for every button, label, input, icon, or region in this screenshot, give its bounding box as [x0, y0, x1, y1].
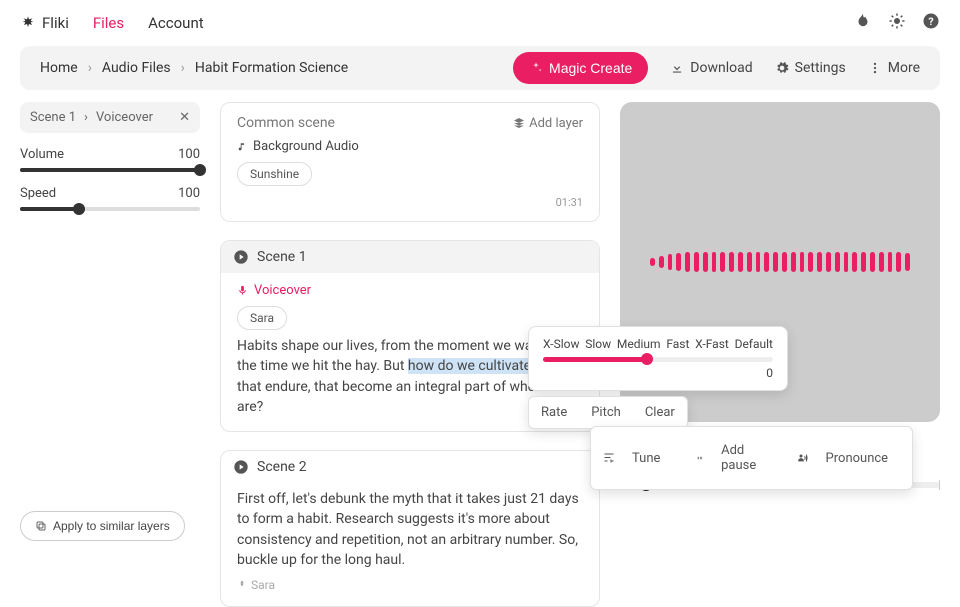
chevron-right-icon: ›	[181, 60, 185, 76]
action-add-pause[interactable]: Add pause	[684, 427, 784, 489]
voice-tag[interactable]: Sara	[237, 306, 287, 330]
speed-slider[interactable]: Speed 100	[20, 186, 200, 211]
action-tune[interactable]: Tune	[591, 427, 684, 489]
scene-2-card: Scene 2 First off, let's debunk the myth…	[220, 450, 600, 607]
brand-label: Fliki	[42, 14, 69, 32]
rate-slow[interactable]: Slow	[585, 337, 611, 351]
header-bar: Home › Audio Files › Habit Formation Sci…	[20, 46, 940, 90]
flame-icon[interactable]	[854, 12, 872, 35]
common-scene-card: Common scene Add layer Background Audio …	[220, 102, 600, 222]
volume-slider[interactable]: Volume 100	[20, 147, 200, 172]
rate-xslow[interactable]: X-Slow	[543, 337, 579, 351]
crumb-home[interactable]: Home	[40, 60, 78, 76]
rate-slider[interactable]	[543, 357, 773, 362]
play-circle-icon[interactable]	[233, 459, 249, 475]
pronounce-icon	[797, 452, 809, 464]
nav-files[interactable]: Files	[93, 14, 124, 32]
waveform	[650, 252, 910, 272]
breadcrumbs: Home › Audio Files › Habit Formation Sci…	[40, 60, 348, 76]
highlighted-text: how do we cultivate	[408, 358, 531, 374]
more-icon	[868, 61, 882, 75]
download-icon	[670, 61, 684, 75]
panel-crumb-scene[interactable]: Scene 1	[30, 110, 76, 125]
gear-icon	[775, 61, 789, 75]
rate-xfast[interactable]: X-Fast	[695, 337, 729, 351]
voiceover-label: Voiceover	[237, 283, 583, 298]
apply-similar-button[interactable]: Apply to similar layers	[20, 511, 185, 541]
scene-2-title: Scene 2	[257, 459, 307, 475]
play-circle-icon[interactable]	[233, 249, 249, 265]
chevron-right-icon: ›	[88, 60, 92, 76]
svg-text:?: ?	[928, 14, 933, 27]
add-layer-button[interactable]: Add layer	[513, 116, 583, 131]
text-actions-popover: Tune Add pause Pronounce	[590, 426, 913, 490]
help-icon[interactable]: ?	[922, 12, 940, 35]
brand[interactable]: Fliki	[20, 14, 69, 32]
chevron-right-icon: ›	[84, 110, 88, 125]
crumb-current: Habit Formation Science	[195, 60, 348, 76]
rate-popover: X-Slow Slow Medium Fast X-Fast Default 0	[528, 326, 788, 391]
burst-icon	[20, 15, 36, 31]
magic-create-button[interactable]: Magic Create	[513, 52, 648, 84]
rate-fast[interactable]: Fast	[666, 337, 689, 351]
scene-2-author: Sara	[237, 578, 583, 592]
top-nav: Fliki Files Account ?	[0, 0, 960, 46]
settings-button[interactable]: Settings	[775, 60, 846, 76]
mic-icon	[237, 580, 247, 590]
common-scene-title: Common scene	[237, 115, 335, 131]
download-button[interactable]: Download	[670, 60, 752, 76]
copy-icon	[35, 520, 47, 532]
center-panel: Common scene Add layer Background Audio …	[220, 102, 600, 541]
tab-rate[interactable]: Rate	[529, 397, 579, 428]
close-icon[interactable]: ✕	[179, 110, 190, 125]
action-pronounce[interactable]: Pronounce	[785, 427, 913, 489]
tune-icon	[603, 452, 615, 464]
scene-2-text[interactable]: First off, let's debunk the myth that it…	[237, 489, 583, 570]
scene-1-title: Scene 1	[257, 249, 307, 265]
more-button[interactable]: More	[868, 60, 920, 76]
layers-icon	[513, 117, 525, 129]
volume-value: 100	[178, 147, 200, 162]
mic-icon	[237, 285, 248, 296]
speed-value: 100	[178, 186, 200, 201]
sparkle-icon	[529, 61, 543, 75]
rate-default[interactable]: Default	[735, 337, 773, 351]
speed-label: Speed	[20, 186, 56, 201]
rate-value: 0	[543, 366, 773, 380]
panel-breadcrumb: Scene 1 › Voiceover ✕	[20, 102, 200, 133]
theme-icon[interactable]	[888, 12, 906, 35]
add-pause-icon	[696, 452, 704, 464]
crumb-audio-files[interactable]: Audio Files	[102, 60, 171, 76]
audio-track-tag[interactable]: Sunshine	[237, 162, 312, 186]
duration-text: 01:31	[237, 196, 583, 209]
rate-medium[interactable]: Medium	[617, 337, 661, 351]
left-panel: Scene 1 › Voiceover ✕ Volume 100 Speed 1…	[20, 102, 200, 541]
panel-crumb-voiceover[interactable]: Voiceover	[96, 110, 153, 125]
background-audio-label: Background Audio	[237, 139, 583, 154]
volume-label: Volume	[20, 147, 64, 162]
nav-account[interactable]: Account	[148, 14, 204, 32]
music-note-icon	[237, 142, 247, 152]
